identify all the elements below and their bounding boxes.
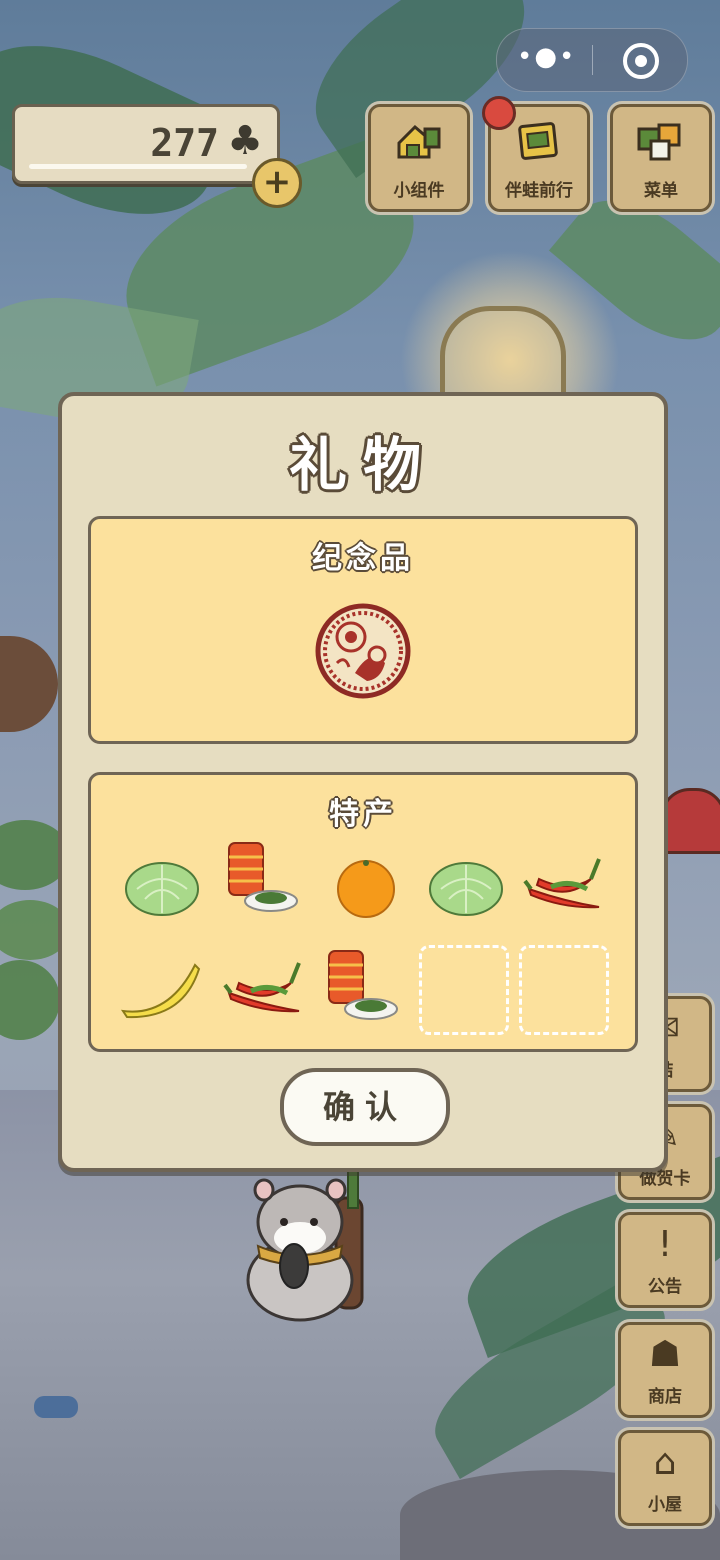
specialty-panel: 特产 — [88, 772, 638, 1052]
widget-icon — [397, 124, 441, 159]
add-clover-button[interactable]: + — [252, 158, 302, 208]
empty-slot — [419, 945, 509, 1035]
more-options-icon[interactable]: •●• — [517, 44, 574, 73]
specialty-title: 特产 — [329, 797, 397, 832]
side-button-label: 小屋 — [648, 1495, 682, 1515]
dialog-title: 礼物 — [288, 431, 437, 499]
house-icon: ⌂ — [653, 1442, 677, 1483]
souvenir-title: 纪念品 — [312, 541, 414, 576]
canned-food-icon[interactable] — [217, 835, 307, 925]
confirm-button[interactable]: 确认 — [280, 1068, 450, 1146]
pebble — [34, 1396, 78, 1418]
cabbage-icon[interactable] — [117, 843, 207, 933]
hamster-character[interactable] — [244, 1168, 366, 1324]
paper-cut-medallion-icon[interactable] — [315, 603, 411, 699]
notification-badge — [482, 96, 516, 130]
cabbage-icon[interactable] — [421, 843, 511, 933]
chili-pepper-icon[interactable] — [219, 943, 309, 1033]
clover-counter: 277 ♣ — [12, 104, 280, 184]
canned-food-icon[interactable] — [317, 943, 407, 1033]
clover-count: 277 — [150, 121, 219, 165]
menu-cards-icon — [637, 123, 681, 161]
clover-leaf — [0, 960, 60, 1040]
character-peek — [0, 636, 58, 732]
gift-dialog: 礼物 纪念品 特产 确认 — [58, 392, 668, 1172]
side-button-label: 公告 — [648, 1277, 682, 1297]
chili-pepper-icon[interactable] — [519, 839, 609, 929]
orange-icon[interactable] — [321, 843, 411, 933]
clover-icon: ♣ — [227, 118, 263, 164]
widget-button[interactable]: 小组件 — [368, 104, 470, 212]
menu-label: 菜单 — [644, 181, 678, 201]
souvenir-panel: 纪念品 — [88, 516, 638, 744]
exclamation-icon: ! — [657, 1224, 673, 1265]
side-button-label: 商店 — [648, 1387, 682, 1407]
clover-bar — [29, 164, 247, 169]
empty-slot — [519, 945, 609, 1035]
side-button-shop[interactable]: ☗ 商店 — [618, 1322, 712, 1418]
widget-label: 小组件 — [393, 181, 445, 201]
capsule-divider — [592, 45, 593, 75]
frog-journey-label: 伴蛙前行 — [505, 181, 573, 201]
shop-bag-icon: ☗ — [648, 1334, 682, 1375]
close-miniprogram-icon[interactable] — [623, 43, 659, 79]
mailbox — [660, 788, 720, 854]
side-button-announcement[interactable]: ! 公告 — [618, 1212, 712, 1308]
frog-journey-icon — [518, 122, 558, 160]
menu-button[interactable]: 菜单 — [610, 104, 712, 212]
plus-icon: + — [262, 162, 292, 202]
window-frame — [440, 306, 566, 406]
side-button-house[interactable]: ⌂ 小屋 — [618, 1430, 712, 1526]
banana-icon[interactable] — [117, 945, 207, 1035]
miniprogram-capsule: •●• — [496, 28, 688, 92]
